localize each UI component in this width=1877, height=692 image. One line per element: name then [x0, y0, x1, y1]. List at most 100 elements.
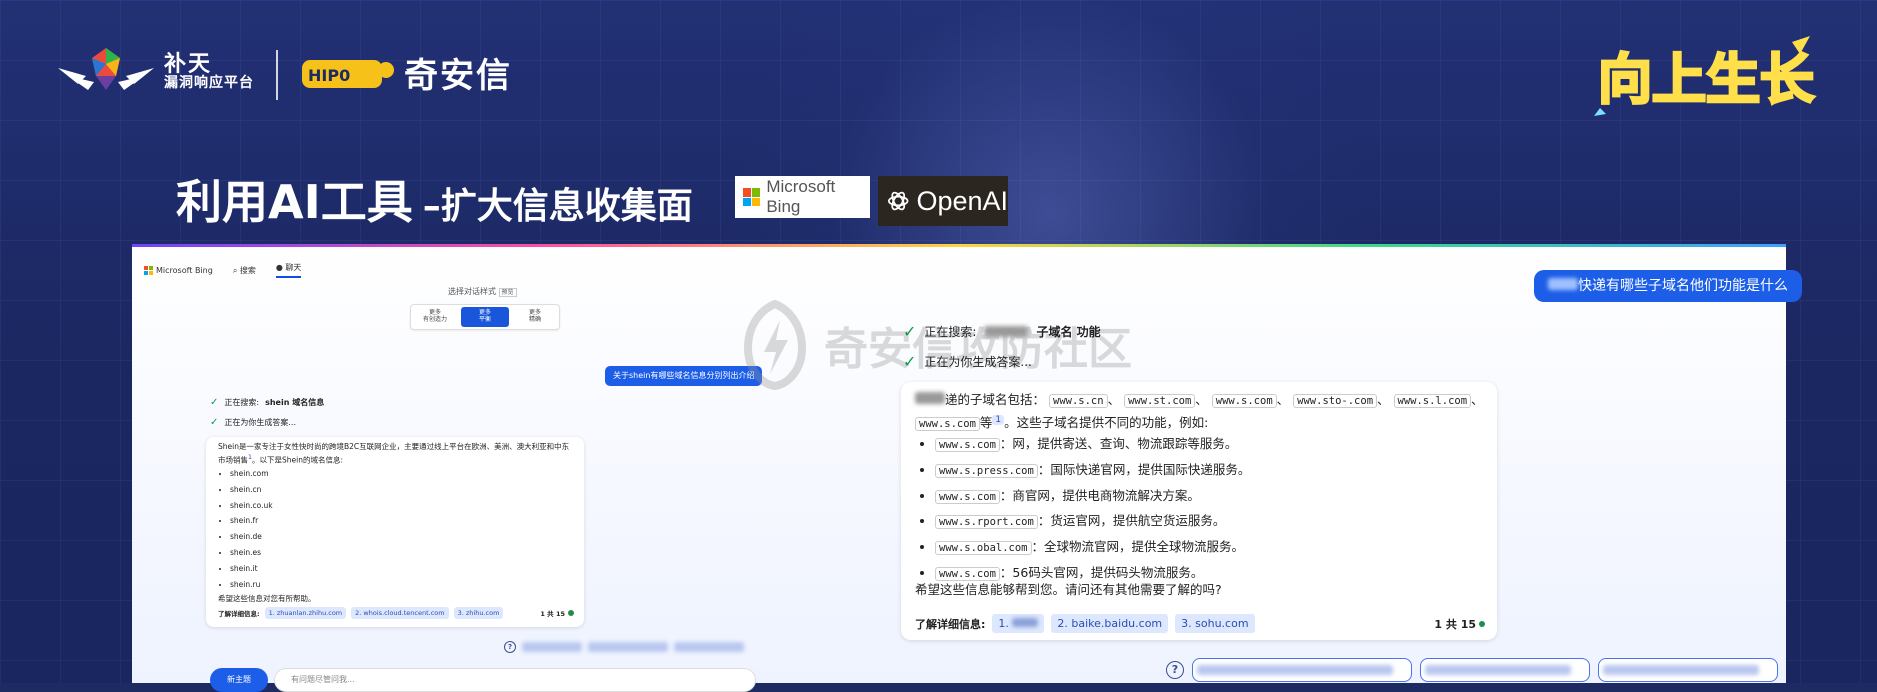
right-sources-bar: 了解详细信息: 1. 2. baike.baidu.com 3. sohu.co…	[915, 614, 1485, 633]
qianxin-name: 奇安信	[404, 56, 512, 96]
left-check-prefix: 正在搜索:	[224, 398, 260, 407]
status-dot	[1479, 620, 1485, 627]
redacted-text	[915, 392, 945, 404]
logo-divider	[276, 50, 278, 100]
help-icon: ?	[1166, 661, 1184, 679]
new-topic-button[interactable]: 新主题	[210, 668, 268, 692]
source-link[interactable]: 1. zhuanlan.zhihu.com	[264, 607, 347, 619]
right-domain-list: www.s.com：网，提供寄送、查询、物流跟踪等服务。 www.s.press…	[915, 432, 1250, 587]
left-check-query: shein 域名信息	[265, 398, 325, 407]
domain-code: www.s.press.com	[935, 463, 1038, 478]
left-answer-intro: Shein是一家专注于女性快时尚的跨境B2C互联网企业，主要通过线上平台在欧洲、…	[218, 442, 570, 465]
left-response-counter: 1 共 15	[540, 608, 574, 618]
left-search-status: ✓ 正在搜索: shein 域名信息	[210, 397, 324, 408]
left-closing: 希望这些信息对您有所帮助。	[218, 594, 316, 603]
source-link[interactable]: 2. whois.cloud.tencent.com	[351, 607, 449, 619]
right-intro-1: 递的子域名包括：	[945, 392, 1046, 407]
right-user-text: 快递有哪些子域名他们功能是什么	[1578, 278, 1788, 294]
item-desc: 货运官网，提供航空货运服务。	[1050, 513, 1226, 529]
openai-knot-icon	[888, 191, 909, 211]
qianxin-mascot-icon: HIP0	[302, 59, 394, 88]
list-item: www.s.obal.com：全球物流官网，提供全球物流服务。	[935, 535, 1250, 561]
suggestion-chip[interactable]	[1598, 658, 1778, 682]
style-creative-button[interactable]: 更多 有创造力	[411, 305, 459, 329]
list-item: shein.de	[230, 529, 273, 545]
tab-chat-label: 聊天	[285, 263, 302, 272]
left-user-message: 关于shein有哪些域名信息分别列出介绍	[605, 366, 763, 386]
right-check-prefix: 正在搜索:	[924, 325, 977, 339]
left-sources-bar: 了解详细信息: 1. zhuanlan.zhihu.com 2. whois.c…	[218, 607, 574, 619]
domain-code: www.s.obal.com	[935, 541, 1032, 556]
style-label-text: 选择对话样式	[448, 287, 496, 296]
domain-code: www.s.com	[1211, 394, 1277, 408]
domain-code: www.s.com	[935, 489, 1000, 504]
left-suggestions: ?	[504, 641, 744, 653]
redacted-text	[984, 326, 1029, 337]
style-balanced-button[interactable]: 更多 平衡	[461, 307, 509, 327]
butian-subtitle: 漏洞响应平台	[164, 75, 254, 92]
right-generating-status: ✓ 正在为你生成答案...	[903, 352, 1032, 371]
butian-text: 补天 漏洞响应平台	[164, 53, 254, 91]
list-item: www.s.rport.com：货运官网，提供航空货运服务。	[935, 509, 1250, 535]
domain-code: www.s.cn	[1049, 394, 1108, 408]
left-count-text: 1 共 15	[540, 610, 565, 618]
check-icon: ✓	[903, 322, 917, 341]
style-precise-button[interactable]: 更多 精确	[511, 305, 559, 329]
item-desc: 56码头官网，提供码头物流服务。	[1012, 564, 1204, 580]
conversation-style-selector: 更多 有创造力 更多 平衡 更多 精确	[410, 304, 560, 330]
left-answer-card: Shein是一家专注于女性快时尚的跨境B2C互联网企业，主要通过线上平台在欧洲、…	[206, 437, 584, 627]
svg-text:HIP0: HIP0	[308, 66, 350, 85]
right-closing: 希望这些信息能够帮到您。请问还有其他需要了解的吗?	[915, 582, 1222, 597]
left-domain-list: shein.com shein.cn shein.co.uk shein.fr …	[218, 466, 273, 592]
domain-code: www.s.l.com	[1393, 394, 1472, 408]
microsoft-squares-icon	[743, 188, 761, 206]
butian-emblem-icon	[58, 48, 154, 90]
right-answer-intro: 递的子域名包括： www.s.cn、 www.st.com、 www.s.com…	[915, 390, 1485, 434]
list-item: shein.fr	[230, 513, 273, 529]
source-link[interactable]: 3. sohu.com	[1175, 614, 1255, 633]
butian-logo: 补天 漏洞响应平台	[56, 46, 254, 98]
style-beta-badge: 预览	[498, 288, 517, 297]
style-label: 选择对话样式 预览	[448, 286, 517, 297]
list-item: shein.es	[230, 545, 273, 561]
right-intro-2: 等	[979, 415, 993, 431]
tab-search-label: 搜索	[239, 265, 256, 275]
list-item: shein.it	[230, 561, 273, 577]
suggestion-chip[interactable]	[674, 642, 744, 652]
domain-code: www.s.com	[935, 438, 1000, 452]
openai-logo: OpenAI	[878, 176, 1008, 226]
tab-search[interactable]: ⌕ 搜索	[233, 265, 256, 276]
right-count-text: 1 共 15	[1434, 617, 1476, 631]
suggestion-chip[interactable]	[522, 642, 582, 652]
list-item: shein.com	[230, 466, 273, 482]
right-intro-3: 。这些子域名提供不同的功能，例如:	[1004, 415, 1209, 431]
right-generating-text: 正在为你生成答案...	[924, 355, 1032, 369]
openai-logo-text: OpenAI	[916, 185, 1008, 216]
suggestion-chip[interactable]	[588, 642, 668, 652]
left-intro-text-2: 。以下是Shein的域名信息:	[251, 455, 343, 465]
status-dot	[568, 610, 574, 616]
check-icon: ✓	[903, 352, 917, 371]
title-main: 利用AI工具	[176, 175, 413, 229]
left-more-label: 了解详细信息:	[218, 610, 260, 618]
left-bing-header: Microsoft Bing ⌕ 搜索 ● 聊天	[144, 262, 302, 278]
tab-chat[interactable]: ● 聊天	[275, 262, 302, 278]
badge-text: 向上生长	[1598, 48, 1814, 111]
item-desc: 全球物流官网，提供全球物流服务。	[1044, 539, 1245, 555]
butian-name: 补天	[164, 52, 213, 78]
bing-logo-text: Microsoft Bing	[766, 177, 836, 216]
item-desc: 商官网，提供电商物流解决方案。	[1012, 487, 1200, 503]
source-link[interactable]: 1.	[992, 614, 1045, 633]
left-brand-text: Microsoft Bing	[156, 265, 213, 275]
right-response-counter: 1 共 15	[1434, 616, 1485, 632]
suggestion-chip[interactable]	[1192, 658, 1412, 682]
redacted-text	[1548, 278, 1578, 290]
source-link[interactable]: 3. zhihu.com	[453, 607, 504, 619]
source-link-label: 1.	[998, 617, 1009, 630]
check-icon: ✓	[210, 397, 219, 408]
right-more-label: 了解详细信息:	[915, 617, 986, 631]
suggestion-chip[interactable]	[1420, 658, 1590, 682]
list-item: www.s.com：网，提供寄送、查询、物流跟踪等服务。	[935, 432, 1250, 458]
left-chat-input[interactable]: 有问题尽管问我...	[274, 668, 756, 692]
source-link[interactable]: 2. baike.baidu.com	[1051, 614, 1169, 633]
